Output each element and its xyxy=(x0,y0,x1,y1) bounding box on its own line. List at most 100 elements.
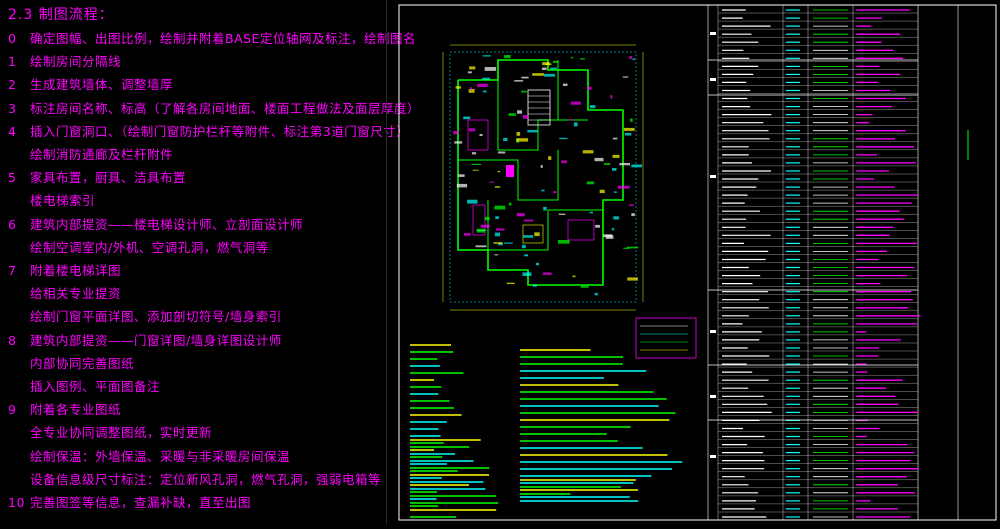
furniture-mark-1 xyxy=(506,165,514,177)
step-text: 插入门窗洞口、（绘制门窗防护栏杆等附件、标注第3道门窗尺寸） xyxy=(30,123,410,139)
plan-mark xyxy=(603,234,613,238)
step-number: 4 xyxy=(8,123,17,139)
process-step-10: 10 完善图签等信息，查漏补缺，直至出图 xyxy=(8,492,251,511)
plan-mark xyxy=(624,133,632,136)
axis-grid-outline xyxy=(449,51,637,303)
step-text: 完善图签等信息，查漏补缺，直至出图 xyxy=(30,495,252,510)
plan-mark xyxy=(542,62,550,66)
furniture-mark-3 xyxy=(567,219,595,241)
plan-mark xyxy=(582,150,594,154)
legend-lines xyxy=(640,325,688,351)
plan-mark xyxy=(629,204,634,207)
plan-mark xyxy=(521,76,529,79)
plan-mark xyxy=(463,233,471,236)
plan-mark xyxy=(523,219,534,222)
process-substep: 全专业协同调整图纸，实时更新 xyxy=(30,425,213,441)
process-step-5: 5 家具布置，厨具、洁具布置 xyxy=(8,167,186,186)
plan-mark xyxy=(534,232,540,237)
process-text-panel: 2.3 制图流程： 0 确定图幅、出图比例，绘制并附着BASE定位轴网及标注，绘制… xyxy=(0,0,420,525)
plan-mark xyxy=(463,116,471,120)
plan-mark xyxy=(629,56,633,60)
plan-mark xyxy=(550,67,557,70)
plan-mark xyxy=(494,205,506,210)
plan-mark xyxy=(542,272,552,275)
plan-mark xyxy=(454,141,463,144)
plan-mark xyxy=(506,282,515,285)
plan-notes xyxy=(410,344,683,518)
plan-mark xyxy=(489,181,495,183)
plan-mark xyxy=(522,244,526,249)
plan-mark xyxy=(548,156,552,160)
plan-mark xyxy=(632,58,635,61)
plan-mark xyxy=(533,284,537,287)
legend-box xyxy=(635,317,697,359)
plan-mark xyxy=(471,163,482,165)
plan-mark xyxy=(561,160,567,164)
plan-mark xyxy=(516,213,525,217)
plan-mark xyxy=(613,216,619,220)
plan-mark xyxy=(480,224,490,228)
step-text: 生成建筑墙体、调整墙厚 xyxy=(30,77,174,93)
process-step-6: 6 建筑内部提资——楼电梯设计师、立剖面设计师 xyxy=(8,214,303,233)
plan-mark xyxy=(494,232,500,237)
plan-mark xyxy=(612,168,617,171)
legend-table xyxy=(708,4,969,521)
step-number: 1 xyxy=(8,54,17,70)
plan-mark xyxy=(535,262,539,266)
plan-mark xyxy=(472,169,479,171)
plan-mark xyxy=(623,127,635,131)
plan-mark xyxy=(475,245,487,248)
process-step-1: 1 绘制房间分隔线 xyxy=(8,51,121,70)
plan-mark xyxy=(532,73,544,76)
plan-mark xyxy=(516,132,521,136)
table-group-label xyxy=(710,78,716,81)
cad-drawing-viewport[interactable] xyxy=(388,0,1000,525)
plan-mark xyxy=(627,277,638,281)
step-text: 建筑内部提资——楼电梯设计师、立剖面设计师 xyxy=(30,216,304,232)
process-step-4: 4 插入门窗洞口、（绘制门窗防护栏杆等附件、标注第3道门窗尺寸） xyxy=(8,121,409,140)
plan-mark xyxy=(495,216,499,219)
step-text: 附着楼电梯详图 xyxy=(30,263,122,278)
plan-mark xyxy=(508,113,516,116)
plan-mark xyxy=(484,216,490,221)
plan-mark xyxy=(508,202,512,206)
plan-mark xyxy=(540,165,543,168)
step-number: 5 xyxy=(8,170,17,186)
plan-mark xyxy=(580,285,589,288)
plan-mark xyxy=(471,152,477,155)
step-text: 标注房间名称、标高（了解各房间地面、楼面工程做法及面层厚度） xyxy=(30,100,421,116)
step-number: 7 xyxy=(8,263,17,278)
panel-divider xyxy=(386,0,387,525)
plan-mark xyxy=(626,246,639,249)
plan-mark xyxy=(586,86,592,90)
process-step-7: 7 附着楼电梯详图 xyxy=(8,260,121,279)
step-text: 附着各专业图纸 xyxy=(30,402,122,418)
plan-mark xyxy=(468,128,476,132)
plan-mark xyxy=(611,228,615,231)
plan-mark xyxy=(558,213,566,215)
process-substep: 绘制空调室内/外机、空调孔洞，燃气洞等 xyxy=(30,239,269,255)
step-number: 9 xyxy=(8,402,17,418)
plan-mark xyxy=(503,137,508,141)
plan-mark xyxy=(541,67,547,70)
process-step-0: 0 确定图幅、出图比例，绘制并附着BASE定位轴网及标注，绘制图名 xyxy=(8,28,416,47)
plan-mark xyxy=(477,83,488,88)
plan-mark xyxy=(589,211,593,214)
floor-plan xyxy=(442,44,644,311)
plan-mark xyxy=(467,71,472,74)
plan-mark xyxy=(482,55,491,57)
table-group-label xyxy=(710,175,716,178)
step-number: 10 xyxy=(8,495,25,510)
table-group-label xyxy=(710,32,716,35)
plan-mark xyxy=(497,170,501,173)
plan-mark xyxy=(580,58,585,60)
plan-mark xyxy=(594,292,598,296)
plan-mark xyxy=(524,254,528,257)
plan-mark xyxy=(622,76,629,78)
step-number: 3 xyxy=(8,100,17,116)
plan-mark xyxy=(458,174,465,177)
plan-mark xyxy=(589,105,596,109)
stair-treads xyxy=(528,95,550,121)
step-text: 确定图幅、出图比例，绘制并附着BASE定位轴网及标注，绘制图名 xyxy=(30,31,416,46)
plan-mark xyxy=(498,151,506,154)
